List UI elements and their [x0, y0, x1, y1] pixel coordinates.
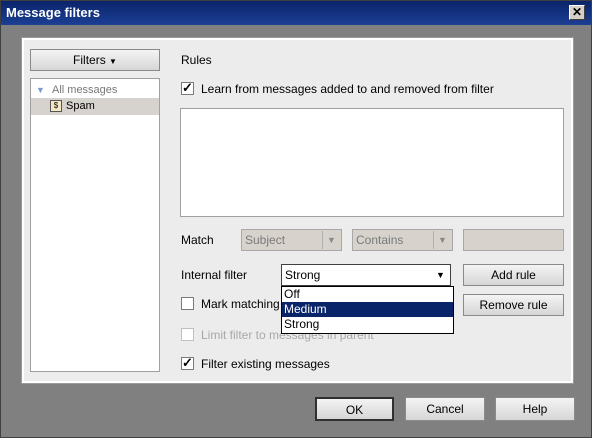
help-button[interactable]: Help — [495, 397, 575, 421]
remove-rule-label: Remove rule — [479, 298, 548, 312]
tree-item-all-messages[interactable]: ▼ All messages — [31, 82, 159, 99]
mark-matching-label: Mark matching m — [201, 297, 294, 311]
filter-tree[interactable]: ▼ All messages $ Spam — [30, 78, 160, 372]
cancel-button[interactable]: Cancel — [405, 397, 485, 421]
internal-filter-dropdown[interactable]: Off Medium Strong — [281, 286, 454, 334]
filter-existing-label: Filter existing messages — [201, 357, 330, 371]
chevron-down-icon: ▼ — [433, 231, 451, 249]
ok-label: OK — [345, 403, 364, 417]
checkmark-icon: ✓ — [182, 355, 193, 370]
filters-button[interactable]: Filters ▼ — [30, 49, 160, 71]
mark-matching-checkbox[interactable] — [181, 297, 194, 310]
window-title: Message filters — [6, 5, 100, 20]
learn-label: Learn from messages added to and removed… — [201, 82, 494, 96]
checkmark-icon: ✓ — [182, 80, 193, 95]
cancel-label: Cancel — [426, 402, 464, 416]
filter-existing-checkbox[interactable]: ✓ — [181, 355, 194, 370]
match-label: Match — [181, 233, 214, 247]
close-icon: ✕ — [571, 5, 583, 19]
rules-list[interactable] — [180, 108, 564, 217]
internal-filter-label: Internal filter — [181, 268, 248, 282]
limit-filter-checkbox — [181, 328, 194, 341]
message-filters-dialog: Message filters ✕ Filters ▼ ▼ All messag… — [0, 0, 592, 438]
tree-item-label: All messages — [52, 84, 118, 96]
caret-down-icon: ▼ — [109, 57, 117, 66]
dropdown-option-off[interactable]: Off — [282, 287, 453, 302]
tree-item-label: Spam — [66, 100, 95, 112]
ok-button[interactable]: OK — [315, 397, 394, 421]
tree-item-spam[interactable]: $ Spam — [31, 98, 159, 115]
filter-icon: $ — [50, 100, 62, 112]
add-rule-label: Add rule — [491, 268, 536, 282]
triangle-expand-icon[interactable]: ▼ — [36, 82, 45, 99]
chevron-down-icon: ▼ — [322, 231, 340, 249]
learn-checkbox[interactable]: ✓ — [181, 80, 194, 95]
rules-heading: Rules — [181, 53, 212, 67]
dropdown-option-strong[interactable]: Strong — [282, 317, 453, 332]
match-op-value: Contains — [356, 233, 404, 247]
help-label: Help — [522, 402, 548, 416]
match-value-input — [463, 229, 564, 251]
internal-filter-select[interactable]: Strong ▼ — [281, 264, 451, 286]
dropdown-option-medium[interactable]: Medium — [282, 302, 453, 317]
add-rule-button[interactable]: Add rule — [463, 264, 564, 286]
remove-rule-button[interactable]: Remove rule — [463, 294, 564, 316]
chevron-down-icon[interactable]: ▼ — [431, 266, 449, 284]
filters-button-label: Filters — [73, 53, 106, 67]
match-field-value: Subject — [245, 233, 286, 247]
match-field-select: Subject ▼ — [241, 229, 342, 251]
internal-filter-value: Strong — [285, 268, 321, 282]
match-op-select: Contains ▼ — [352, 229, 453, 251]
title-bar[interactable]: Message filters ✕ — [1, 1, 591, 25]
close-button[interactable]: ✕ — [569, 5, 585, 20]
